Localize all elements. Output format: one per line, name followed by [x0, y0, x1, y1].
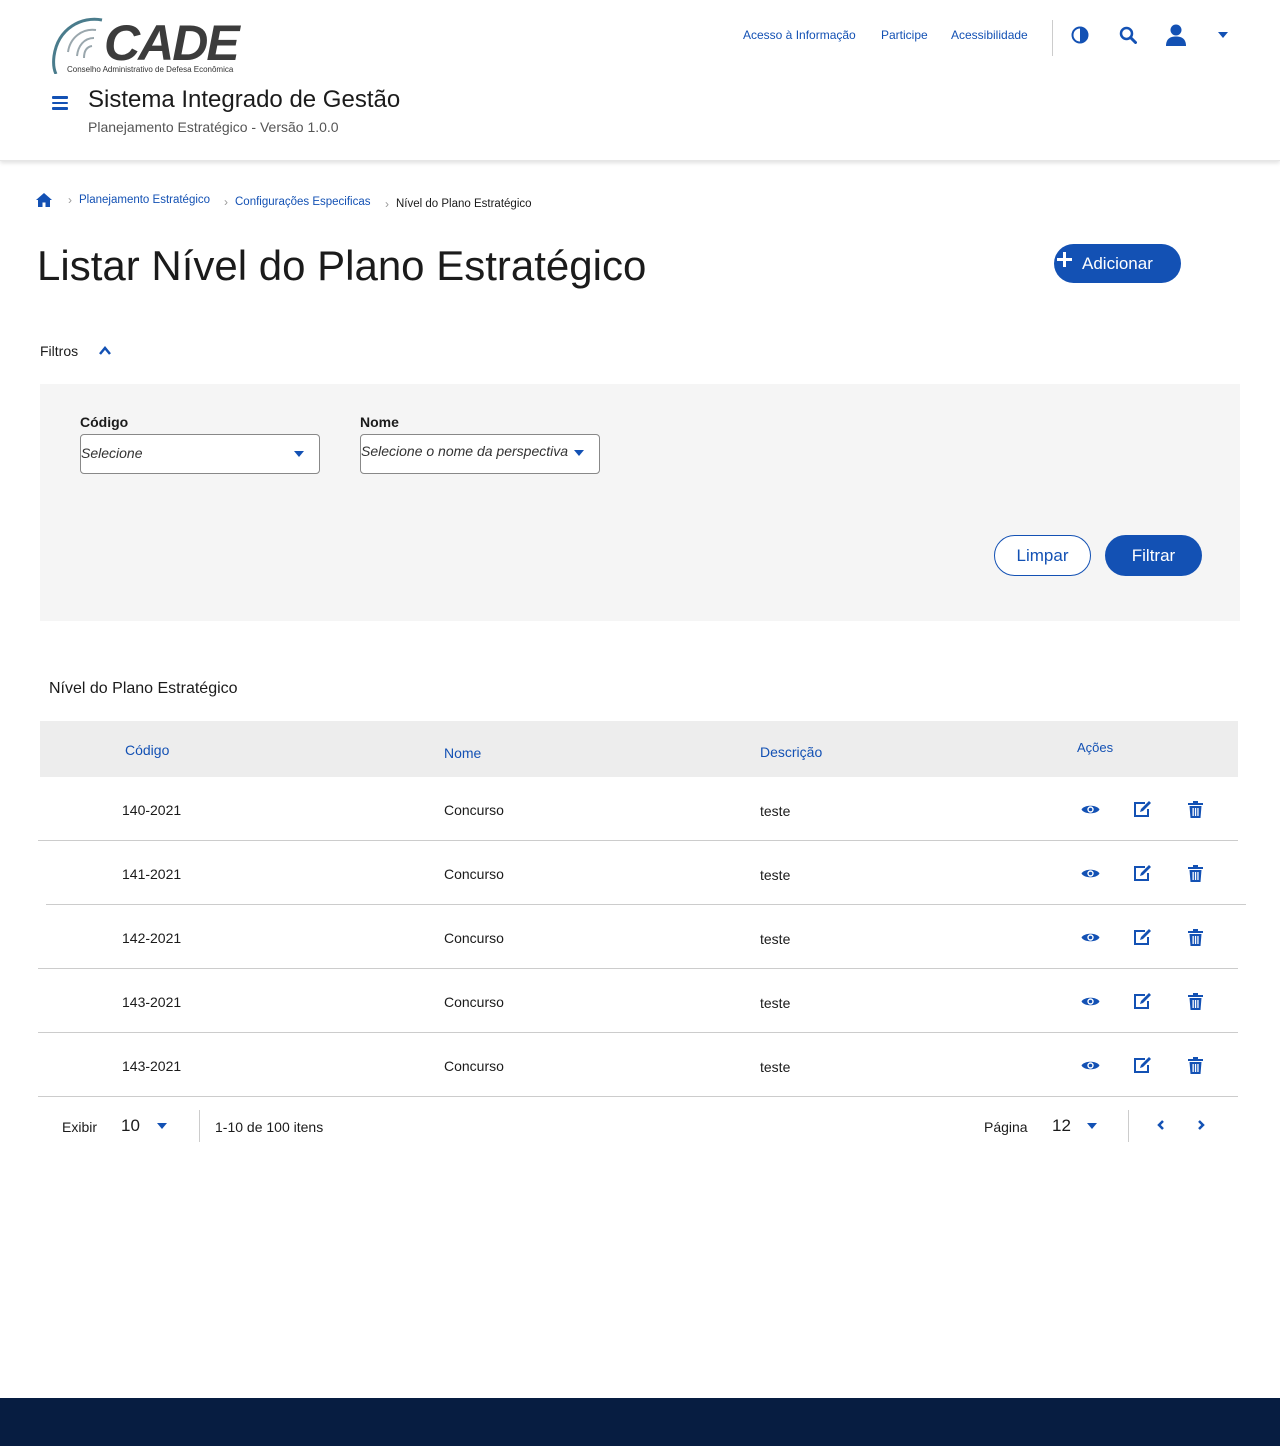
page-size-select[interactable]: 10 — [121, 1116, 140, 1136]
codigo-filter-label: Código — [80, 414, 129, 430]
codigo-select[interactable]: Selecione — [80, 434, 320, 474]
link-acesso-informacao[interactable]: Acesso à Informação — [743, 28, 856, 42]
pagination-bar: Exibir 10 1-10 de 100 itens Página 12 — [38, 1097, 1238, 1157]
cell-descricao: teste — [760, 803, 791, 819]
cell-nome: Concurso — [444, 866, 504, 882]
view-icon[interactable] — [1080, 863, 1100, 883]
link-acessibilidade[interactable]: Acessibilidade — [951, 28, 1028, 42]
view-icon[interactable] — [1080, 991, 1100, 1011]
nome-select-placeholder: Selecione o nome da perspectiva — [361, 443, 569, 459]
previous-page-chevron-left-icon[interactable] — [1156, 1119, 1166, 1131]
nome-filter-label: Nome — [360, 414, 399, 430]
codigo-select-chevron-down-icon — [294, 451, 304, 457]
page-label: Página — [984, 1119, 1028, 1135]
cade-logo-text[interactable]: CADE — [104, 14, 240, 72]
edit-icon[interactable] — [1132, 799, 1152, 819]
edit-icon[interactable] — [1132, 1055, 1152, 1075]
user-menu-chevron-down-icon[interactable] — [1218, 32, 1228, 38]
search-icon[interactable] — [1117, 24, 1139, 46]
nome-select-chevron-down-icon — [574, 450, 584, 456]
table-row: 142-2021 Concurso teste — [38, 905, 1238, 969]
cell-descricao: teste — [760, 931, 791, 947]
table-title: Nível do Plano Estratégico — [49, 680, 238, 697]
codigo-select-placeholder: Selecione — [81, 445, 143, 461]
page-size-label: Exibir — [62, 1119, 98, 1135]
table-row: 143-2021 Concurso teste — [38, 1033, 1238, 1097]
cell-nome: Concurso — [444, 802, 504, 818]
page-select-chevron-down-icon[interactable] — [1087, 1123, 1097, 1129]
view-icon[interactable] — [1080, 927, 1100, 947]
breadcrumb-planejamento[interactable]: Planejamento Estratégico — [79, 194, 210, 206]
cade-logo-subtitle: Conselho Administrativo de Defesa Econôm… — [67, 65, 234, 74]
page-select[interactable]: 12 — [1052, 1116, 1071, 1136]
site-footer — [0, 1398, 1280, 1446]
table-header: Código Nome Descrição Ações — [40, 721, 1238, 777]
column-header-acoes: Ações — [1077, 740, 1114, 755]
hamburger-menu-icon[interactable] — [52, 96, 68, 110]
breadcrumb-separator-icon: › — [68, 193, 72, 207]
home-icon[interactable] — [35, 192, 53, 208]
cell-nome: Concurso — [444, 1058, 504, 1074]
filters-toggle-label[interactable]: Filtros — [40, 343, 78, 359]
system-subtitle: Planejamento Estratégico - Versão 1.0.0 — [88, 119, 339, 135]
breadcrumb-separator-icon: › — [385, 197, 389, 211]
filter-button[interactable]: Filtrar — [1105, 535, 1202, 576]
cell-codigo: 141-2021 — [122, 866, 182, 882]
table-row: 140-2021 Concurso teste — [38, 777, 1238, 841]
filter-panel — [40, 384, 1240, 621]
plus-icon — [1057, 252, 1072, 267]
add-button-label: Adicionar — [1082, 253, 1153, 273]
breadcrumb-configuracoes[interactable]: Configurações Especificas — [235, 196, 371, 208]
cell-descricao: teste — [760, 995, 791, 1011]
edit-icon[interactable] — [1132, 991, 1152, 1011]
site-header: CADE Conselho Administrativo de Defesa E… — [0, 0, 1280, 161]
column-header-descricao[interactable]: Descrição — [760, 744, 822, 760]
clear-button[interactable]: Limpar — [994, 535, 1091, 576]
delete-icon[interactable] — [1185, 927, 1205, 947]
delete-icon[interactable] — [1185, 799, 1205, 819]
edit-icon[interactable] — [1132, 927, 1152, 947]
cell-codigo: 140-2021 — [122, 802, 182, 818]
user-icon[interactable] — [1164, 24, 1188, 46]
cell-codigo: 143-2021 — [122, 994, 182, 1010]
contrast-icon[interactable] — [1069, 24, 1091, 46]
cell-codigo: 143-2021 — [122, 1058, 182, 1074]
delete-icon[interactable] — [1185, 863, 1205, 883]
cell-nome: Concurso — [444, 930, 504, 946]
table-row: 143-2021 Concurso teste — [38, 969, 1238, 1033]
items-range-text: 1-10 de 100 itens — [215, 1119, 324, 1135]
cell-descricao: teste — [760, 867, 791, 883]
delete-icon[interactable] — [1185, 1055, 1205, 1075]
system-title: Sistema Integrado de Gestão — [88, 86, 401, 113]
page-title: Listar Nível do Plano Estratégico — [37, 242, 647, 289]
nome-select[interactable]: Selecione o nome da perspectiva — [360, 434, 600, 474]
view-icon[interactable] — [1080, 799, 1100, 819]
cell-nome: Concurso — [444, 994, 504, 1010]
page-size-chevron-down-icon[interactable] — [157, 1123, 167, 1129]
header-divider — [1052, 20, 1053, 56]
edit-icon[interactable] — [1132, 863, 1152, 883]
cell-descricao: teste — [760, 1059, 791, 1075]
delete-icon[interactable] — [1185, 991, 1205, 1011]
table-row: 141-2021 Concurso teste — [46, 841, 1246, 905]
view-icon[interactable] — [1080, 1055, 1100, 1075]
breadcrumb-separator-icon: › — [224, 195, 228, 209]
chevron-up-icon[interactable] — [98, 344, 112, 356]
column-header-codigo[interactable]: Código — [125, 742, 169, 758]
link-participe[interactable]: Participe — [881, 28, 928, 42]
next-page-chevron-right-icon[interactable] — [1196, 1119, 1206, 1131]
add-button[interactable]: Adicionar — [1054, 244, 1181, 283]
breadcrumb-current: Nível do Plano Estratégico — [396, 198, 532, 210]
pager-divider — [1128, 1110, 1129, 1142]
column-header-nome[interactable]: Nome — [444, 745, 481, 761]
pager-divider — [199, 1110, 200, 1142]
cell-codigo: 142-2021 — [122, 930, 182, 946]
